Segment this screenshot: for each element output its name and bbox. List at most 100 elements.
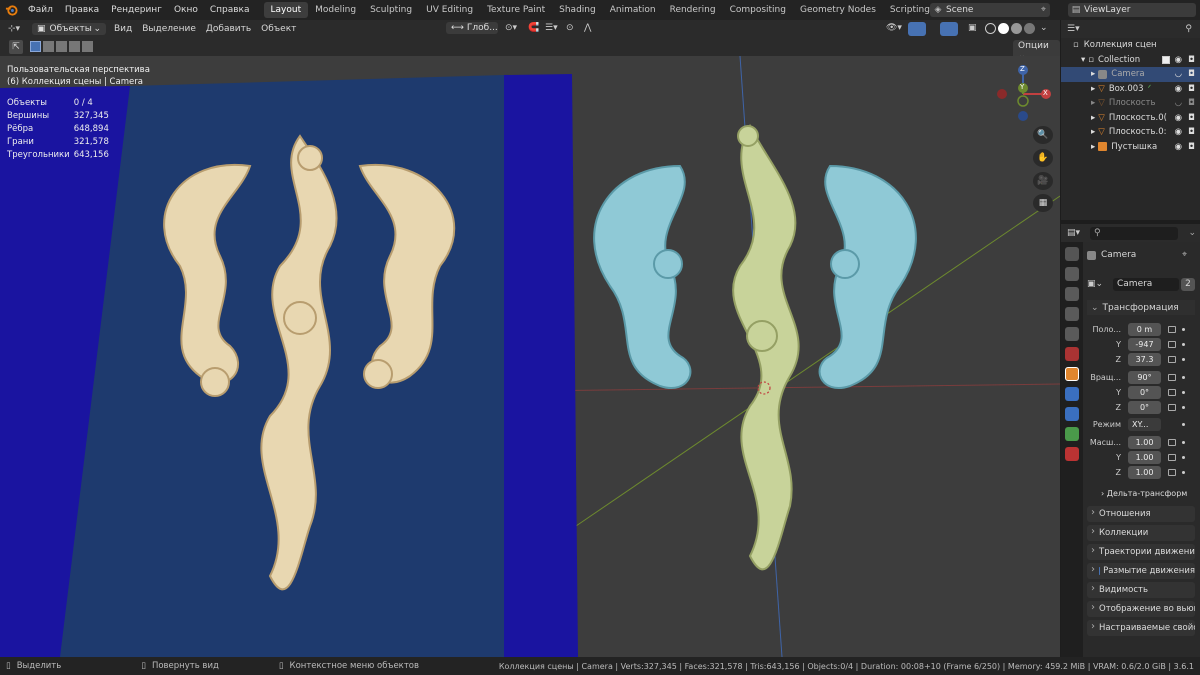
data-name-field[interactable]: Camera: [1113, 277, 1179, 291]
expand-triangle-icon[interactable]: ▸: [1091, 69, 1095, 79]
overlay-toggle-icon[interactable]: [940, 22, 958, 36]
rotation-mode-select[interactable]: XY...: [1128, 418, 1161, 431]
outliner-item-camera[interactable]: ▸ Camera ◡ ◘: [1061, 67, 1200, 82]
camera-render-icon[interactable]: ◘: [1188, 127, 1195, 137]
panel-motion-blur[interactable]: Размытие движения: [1087, 563, 1195, 579]
visibility-icon[interactable]: 👁▾: [886, 23, 902, 33]
scene-tab-icon[interactable]: [1065, 327, 1079, 341]
pin-icon[interactable]: ⌖: [1041, 5, 1050, 15]
lock-icon[interactable]: [1168, 389, 1176, 396]
transform-panel-header[interactable]: ⌄ Трансформация: [1087, 300, 1195, 315]
pivot-icon[interactable]: ⊙▾: [505, 23, 517, 33]
panel-relations[interactable]: Отношения: [1087, 506, 1195, 522]
panel-collections[interactable]: Коллекции: [1087, 525, 1195, 541]
material-shading-icon[interactable]: [1011, 23, 1022, 34]
scene-selector[interactable]: ◈ Scene ⌖: [930, 3, 1050, 17]
pan-hand-icon[interactable]: ✋: [1033, 149, 1053, 167]
keyframe-dot-icon[interactable]: [1182, 376, 1185, 379]
menu-render[interactable]: Рендеринг: [105, 5, 168, 15]
rendered-shading-icon[interactable]: [1024, 23, 1035, 34]
rotation-z-field[interactable]: 0°: [1128, 401, 1161, 414]
orientation-selector[interactable]: ⟷ Глоб...: [446, 22, 498, 34]
camera-render-icon[interactable]: ◘: [1188, 69, 1195, 79]
lock-icon[interactable]: [1168, 341, 1176, 348]
outliner-item-plane-2[interactable]: ▸ ▽ Плоскость.0( ◉ ◘: [1061, 111, 1200, 126]
select-invert-icon[interactable]: [69, 41, 80, 52]
motion-blur-checkbox[interactable]: [1099, 567, 1101, 575]
panel-viewport-display[interactable]: Отображение во вьюпо: [1087, 601, 1195, 617]
outliner-item-empty[interactable]: ▸ Пустышка ◉ ◘: [1061, 140, 1200, 155]
keyframe-dot-icon[interactable]: [1182, 391, 1185, 394]
pin-icon[interactable]: ⌖: [1182, 250, 1187, 260]
xray-icon[interactable]: ▣: [968, 23, 977, 33]
outliner-type-icon[interactable]: ☰▾: [1067, 24, 1080, 34]
tab-rendering[interactable]: Rendering: [663, 2, 723, 18]
delta-transform-subpanel[interactable]: › Дельта-трансформ: [1101, 489, 1187, 498]
lock-icon[interactable]: [1168, 356, 1176, 363]
properties-search[interactable]: ⚲: [1090, 226, 1179, 240]
lock-icon[interactable]: [1168, 326, 1176, 333]
world-tab-icon[interactable]: [1065, 347, 1079, 361]
keyframe-dot-icon[interactable]: [1182, 328, 1185, 331]
camera-render-icon[interactable]: ◘: [1188, 84, 1195, 94]
properties-type-icon[interactable]: ▤▾: [1067, 228, 1080, 238]
camera-render-icon[interactable]: ◘: [1188, 55, 1195, 65]
3d-viewport[interactable]: Пользовательская перспектива (6) Коллекц…: [0, 56, 1060, 657]
view-layer-selector[interactable]: ▤ ViewLayer: [1068, 3, 1196, 17]
view-layer-tab-icon[interactable]: [1065, 307, 1079, 321]
location-z-field[interactable]: 37.3: [1128, 353, 1161, 366]
data-type-icon[interactable]: ▣⌄: [1087, 279, 1103, 289]
output-tab-icon[interactable]: [1065, 287, 1079, 301]
outliner-item-collection[interactable]: ▾ ▫ Collection ◉ ◘: [1061, 53, 1200, 68]
eye-icon[interactable]: ◉: [1175, 113, 1182, 123]
scale-z-field[interactable]: 1.00: [1128, 466, 1161, 479]
expand-triangle-icon[interactable]: ▸: [1091, 84, 1095, 94]
lock-icon[interactable]: [1168, 439, 1176, 446]
camera-render-icon[interactable]: ◘: [1188, 142, 1195, 152]
lock-icon[interactable]: [1168, 404, 1176, 411]
eye-icon[interactable]: ◉: [1175, 84, 1182, 94]
menu-window[interactable]: Окно: [168, 5, 204, 15]
outliner-root[interactable]: ▫ Коллекция сцен: [1061, 38, 1200, 53]
navigation-gizmo[interactable]: Z Y X: [994, 62, 1056, 126]
dropdown-icon[interactable]: ⌄: [1188, 228, 1196, 238]
keyframe-dot-icon[interactable]: [1182, 423, 1185, 426]
panel-custom-properties[interactable]: Настраиваемые свойства: [1087, 620, 1195, 636]
proportional-edit-icon[interactable]: ⊙: [566, 23, 574, 33]
keyframe-dot-icon[interactable]: [1182, 471, 1185, 474]
menu-select[interactable]: Выделение: [142, 24, 196, 34]
tab-scripting[interactable]: Scripting: [883, 2, 937, 18]
eye-icon[interactable]: ◉: [1175, 55, 1182, 65]
tab-modeling[interactable]: Modeling: [308, 2, 363, 18]
keyframe-dot-icon[interactable]: [1182, 406, 1185, 409]
outliner-item-box[interactable]: ▸ ▽ Box.003 ᐟ ◉ ◘: [1061, 82, 1200, 97]
tool-tab-icon[interactable]: [1065, 247, 1079, 261]
solid-shading-icon[interactable]: [998, 23, 1009, 34]
zoom-icon[interactable]: 🔍: [1033, 126, 1053, 144]
falloff-icon[interactable]: ⋀: [584, 23, 591, 33]
menu-view[interactable]: Вид: [114, 24, 132, 34]
snap-target-icon[interactable]: ☰▾: [545, 23, 558, 33]
menu-edit[interactable]: Правка: [59, 5, 105, 15]
keyframe-dot-icon[interactable]: [1182, 456, 1185, 459]
tab-shading[interactable]: Shading: [552, 2, 603, 18]
texture-tab-icon[interactable]: [1065, 447, 1079, 461]
camera-render-icon[interactable]: ◘: [1188, 113, 1195, 123]
eye-hidden-icon[interactable]: ◡: [1175, 98, 1182, 108]
cursor-tool-icon[interactable]: ⇱: [9, 40, 23, 54]
select-intersect-icon[interactable]: [82, 41, 93, 52]
eye-icon[interactable]: ◉: [1175, 142, 1182, 152]
rotation-x-field[interactable]: 90°: [1128, 371, 1161, 384]
scale-y-field[interactable]: 1.00: [1128, 451, 1161, 464]
checkbox-icon[interactable]: [1162, 55, 1170, 64]
data-tab-icon[interactable]: [1065, 427, 1079, 441]
select-extend-icon[interactable]: [43, 41, 54, 52]
wireframe-shading-icon[interactable]: [985, 23, 996, 34]
rotation-y-field[interactable]: 0°: [1128, 386, 1161, 399]
snap-icon[interactable]: 🧲: [528, 23, 539, 33]
expand-triangle-icon[interactable]: ▸: [1091, 98, 1095, 108]
menu-add[interactable]: Добавить: [206, 24, 251, 34]
tab-animation[interactable]: Animation: [603, 2, 663, 18]
select-new-icon[interactable]: [30, 41, 41, 52]
mode-selector[interactable]: ▣ Объекты ⌄: [32, 23, 106, 35]
